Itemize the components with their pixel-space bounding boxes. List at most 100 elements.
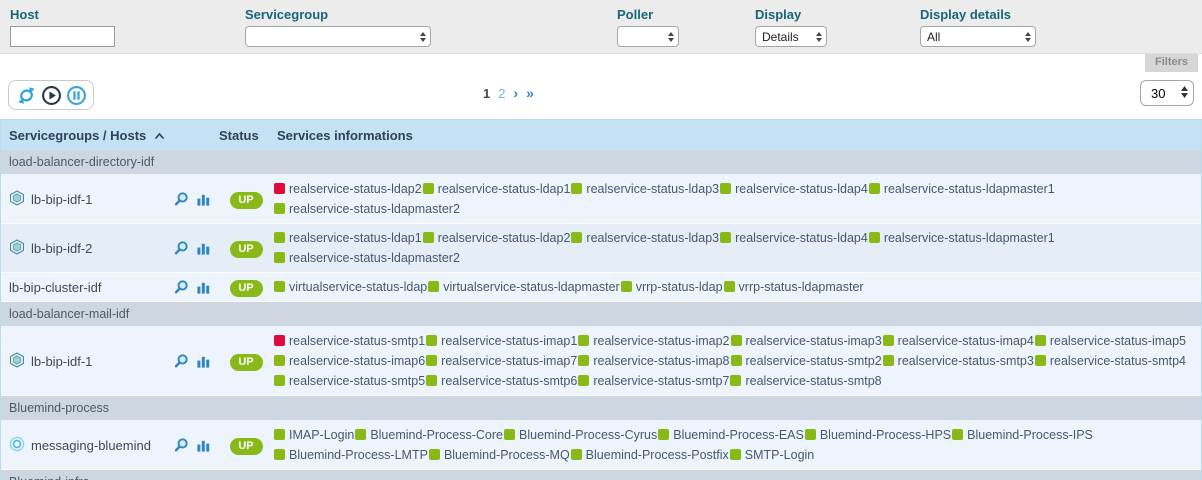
service-item[interactable]: realservice-status-smtp7 [577, 374, 729, 388]
page-2-link[interactable]: 2 [498, 86, 505, 101]
host-input[interactable] [10, 26, 115, 47]
service-item[interactable]: Bluemind-Process-Postfix [570, 448, 729, 462]
service-status-chip [571, 232, 582, 243]
poller-select[interactable] [617, 26, 679, 47]
service-item[interactable]: realservice-status-smtp3 [882, 354, 1034, 368]
magnifier-icon[interactable] [173, 437, 189, 453]
magnifier-icon[interactable] [173, 353, 189, 369]
service-status-chip [274, 183, 285, 194]
pause-icon[interactable] [65, 84, 87, 106]
service-item[interactable]: realservice-status-imap8 [577, 354, 729, 368]
service-status-chip [720, 232, 731, 243]
host-filter: Host [10, 7, 115, 47]
refresh-icon[interactable] [15, 84, 37, 106]
last-page-icon[interactable]: » [526, 85, 534, 101]
status-cell: UP [219, 278, 273, 297]
display-select[interactable]: Details [755, 26, 827, 47]
hosts-table: Servicegroups / Hosts Status Services in… [0, 119, 1202, 480]
service-item[interactable]: realservice-status-ldapmaster2 [273, 202, 460, 216]
service-label: virtualservice-status-ldapmaster [443, 280, 619, 294]
service-item[interactable]: realservice-status-ldap2 [422, 231, 571, 245]
column-header-services[interactable]: Services informations [273, 128, 1201, 143]
service-item[interactable]: realservice-status-imap4 [882, 334, 1034, 348]
host-name[interactable]: messaging-bluemind [31, 438, 151, 453]
page-size-select[interactable]: 30 [1140, 80, 1194, 106]
service-item[interactable]: realservice-status-ldapmaster2 [273, 251, 460, 265]
service-item[interactable]: realservice-status-ldap4 [719, 182, 868, 196]
service-item[interactable]: vrrp-status-ldap [620, 280, 723, 294]
filters-tab[interactable]: Filters [1145, 54, 1198, 72]
column-header-status[interactable]: Status [219, 128, 273, 143]
service-label: realservice-status-imap3 [746, 334, 882, 348]
service-item[interactable]: realservice-status-imap1 [425, 334, 577, 348]
host-name[interactable]: lb-bip-idf-2 [31, 241, 92, 256]
next-page-icon[interactable]: › [513, 85, 518, 101]
service-item[interactable]: SMTP-Login [729, 448, 814, 462]
chart-icon[interactable] [196, 438, 211, 453]
service-item[interactable]: realservice-status-smtp1 [273, 334, 425, 348]
service-item[interactable]: realservice-status-ldap3 [570, 231, 719, 245]
service-item[interactable]: Bluemind-Process-Core [354, 428, 503, 442]
display-details-filter: Display details All [920, 7, 1036, 47]
service-item[interactable]: Bluemind-Process-IPS [951, 428, 1093, 442]
service-status-chip [274, 252, 285, 263]
service-item[interactable]: realservice-status-imap2 [577, 334, 729, 348]
loadbalancer-host-icon [9, 352, 25, 371]
service-status-chip [429, 449, 440, 460]
service-item[interactable]: Bluemind-Process-LMTP [273, 448, 428, 462]
table-body: load-balancer-directory-idflb-bip-idf-1U… [1, 150, 1201, 480]
service-label: realservice-status-imap1 [441, 334, 577, 348]
chart-icon[interactable] [196, 192, 211, 207]
service-item[interactable]: Bluemind-Process-HPS [804, 428, 951, 442]
service-status-chip [423, 183, 434, 194]
chart-icon[interactable] [196, 280, 211, 295]
service-item[interactable]: realservice-status-ldap2 [273, 182, 422, 196]
service-item[interactable]: realservice-status-ldap3 [570, 182, 719, 196]
magnifier-icon[interactable] [173, 191, 189, 207]
service-item[interactable]: realservice-status-imap7 [425, 354, 577, 368]
host-row: messaging-bluemindUPIMAP-LoginBluemind-P… [1, 421, 1201, 470]
page-current[interactable]: 1 [483, 86, 490, 101]
magnifier-icon[interactable] [173, 240, 189, 256]
host-label: Host [10, 7, 115, 22]
service-item[interactable]: realservice-status-ldap4 [719, 231, 868, 245]
service-label: realservice-status-smtp7 [593, 374, 729, 388]
service-item[interactable]: realservice-status-imap6 [273, 354, 425, 368]
service-item[interactable]: Bluemind-Process-EAS [657, 428, 804, 442]
service-status-chip [426, 335, 437, 346]
service-item[interactable]: realservice-status-smtp6 [425, 374, 577, 388]
service-item[interactable]: realservice-status-imap5 [1034, 334, 1186, 348]
service-item[interactable]: realservice-status-smtp8 [729, 374, 881, 388]
service-item[interactable]: realservice-status-ldap1 [422, 182, 571, 196]
host-name[interactable]: lb-bip-idf-1 [31, 354, 92, 369]
service-item[interactable]: Bluemind-Process-Cyrus [503, 428, 657, 442]
page-size-value: 30 [1151, 86, 1165, 101]
host-name[interactable]: lb-bip-idf-1 [31, 192, 92, 207]
service-item[interactable]: realservice-status-smtp2 [730, 354, 882, 368]
servicegroup-select[interactable] [245, 26, 431, 47]
chart-icon[interactable] [196, 241, 211, 256]
service-item[interactable]: realservice-status-ldapmaster1 [868, 231, 1055, 245]
play-icon[interactable] [40, 84, 62, 106]
service-label: realservice-status-ldap3 [586, 231, 719, 245]
service-item[interactable]: realservice-status-smtp5 [273, 374, 425, 388]
service-item[interactable]: virtualservice-status-ldap [273, 280, 427, 294]
host-cell: lb-bip-idf-1 [9, 352, 173, 371]
host-name[interactable]: lb-bip-cluster-idf [9, 280, 101, 295]
service-item[interactable]: vrrp-status-ldapmaster [723, 280, 864, 294]
service-status-chip [730, 449, 741, 460]
magnifier-icon[interactable] [173, 279, 189, 295]
display-details-select[interactable]: All [920, 26, 1036, 47]
service-label: Bluemind-Process-LMTP [289, 448, 428, 462]
chart-icon[interactable] [196, 354, 211, 369]
column-header-hosts[interactable]: Servicegroups / Hosts [9, 128, 219, 143]
service-status-chip [274, 355, 285, 366]
service-status-chip [274, 375, 285, 386]
service-item[interactable]: realservice-status-ldapmaster1 [868, 182, 1055, 196]
service-item[interactable]: realservice-status-smtp4 [1034, 354, 1186, 368]
service-item[interactable]: virtualservice-status-ldapmaster [427, 280, 619, 294]
service-item[interactable]: IMAP-Login [273, 428, 354, 442]
service-item[interactable]: realservice-status-imap3 [730, 334, 882, 348]
service-item[interactable]: realservice-status-ldap1 [273, 231, 422, 245]
service-item[interactable]: Bluemind-Process-MQ [428, 448, 570, 462]
